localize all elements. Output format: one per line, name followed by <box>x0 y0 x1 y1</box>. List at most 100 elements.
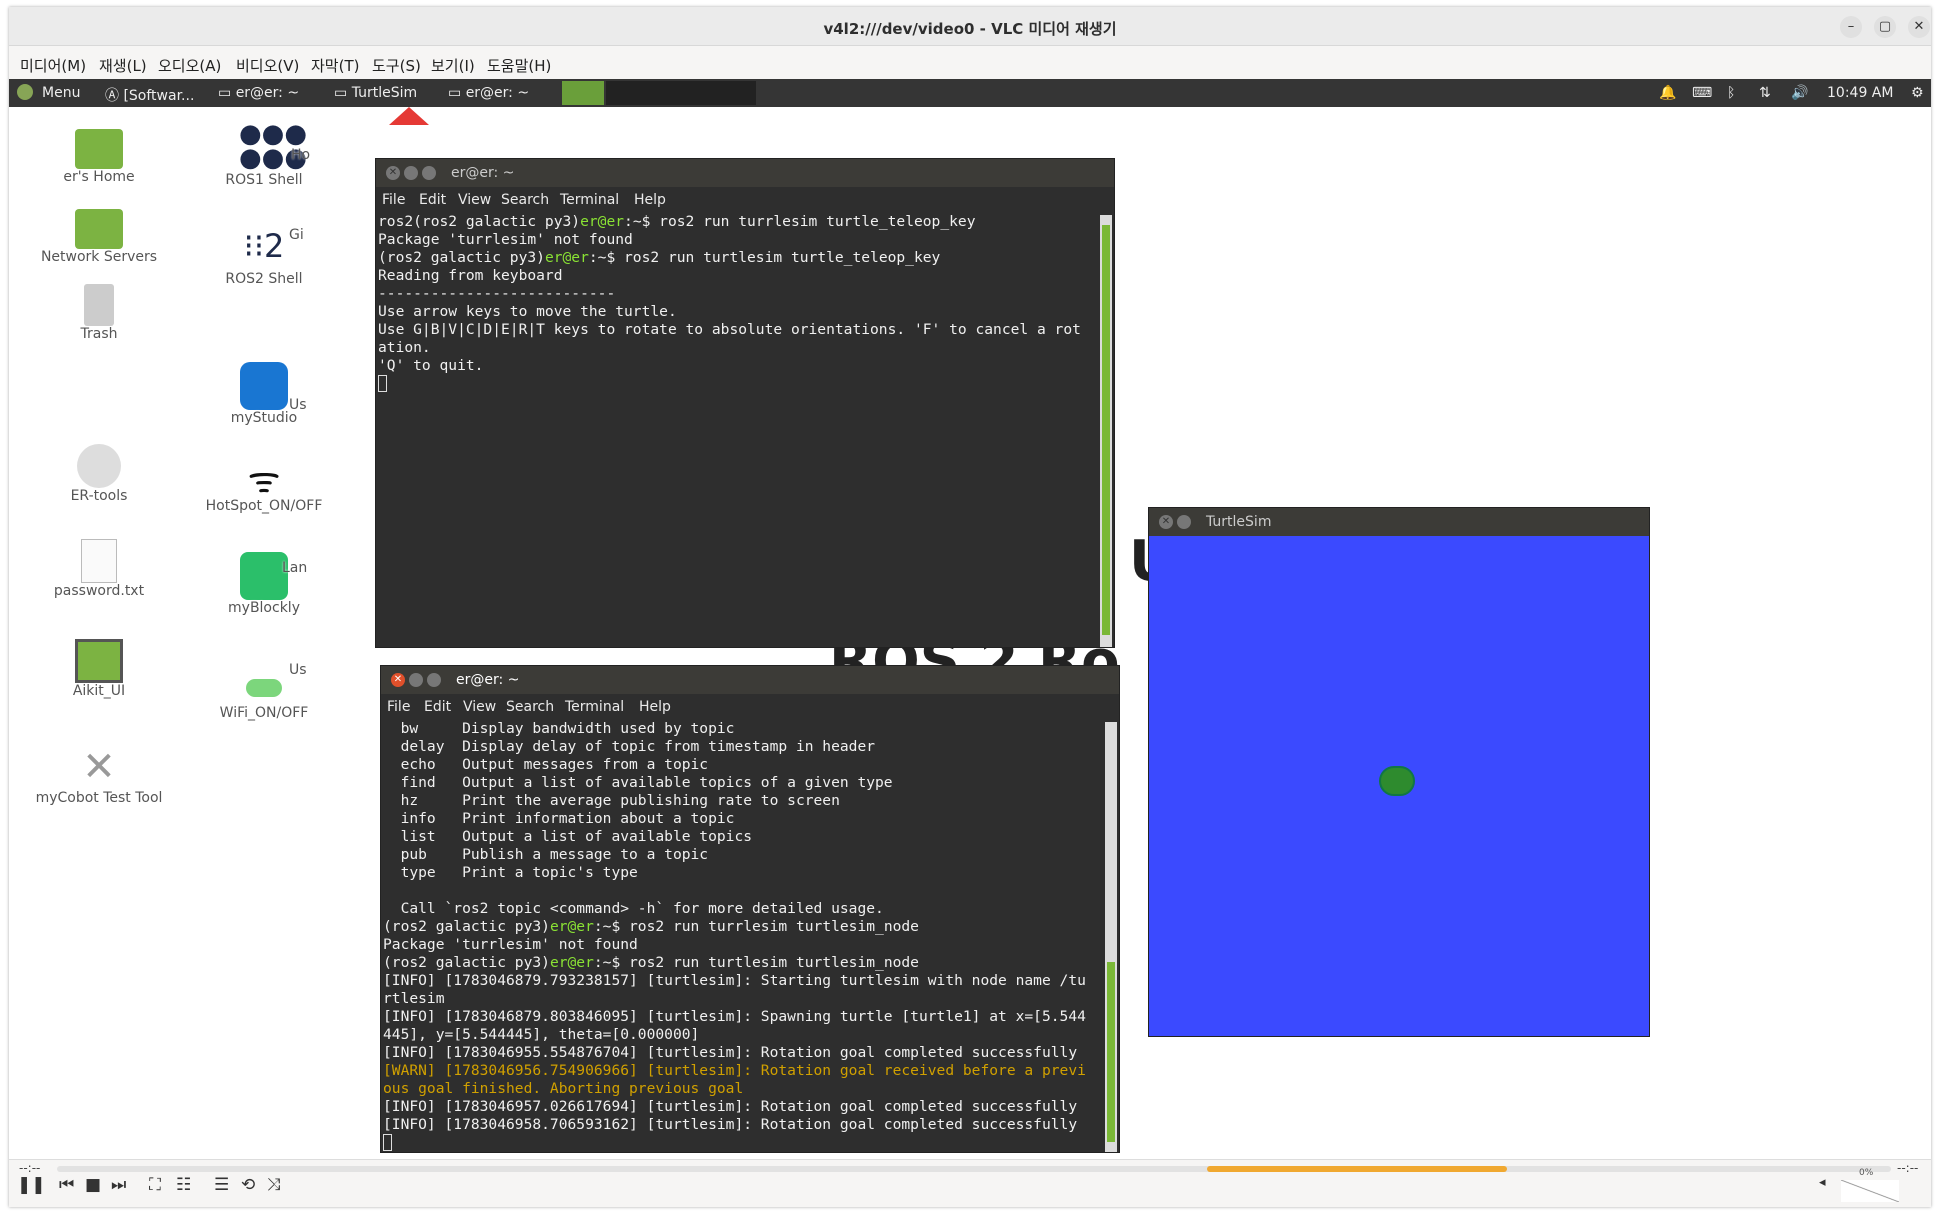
terminal-line: pub Publish a message to a topic <box>383 846 709 863</box>
myblockly-icon <box>240 552 288 600</box>
terminal-line: 445], y=[5.544445], theta=[0.000000] <box>383 1026 700 1043</box>
desktop-mycobot-test-tool[interactable]: ✕ myCobot Test Tool <box>29 744 169 806</box>
scrollbar-thumb[interactable] <box>1107 962 1115 1142</box>
menu-search[interactable]: Search <box>506 699 554 715</box>
menu-audio[interactable]: 오디오(A) <box>158 55 221 76</box>
text-file-icon <box>81 539 117 583</box>
desktop-hotspot[interactable]: ᯤ HotSpot_ON/OFF <box>194 454 334 514</box>
previous-icon[interactable]: ⏮ <box>59 1175 74 1195</box>
mute-icon[interactable]: ◂ <box>1819 1175 1826 1190</box>
terminal-window-turtlesim[interactable]: ✕ er@er: ~ File Edit View Search Termina… <box>380 665 1120 1153</box>
remote-taskbar: Menu Ⓐ [Softwar... ▭ er@er: ~ ▭ TurtleSi… <box>9 79 1931 107</box>
desktop-password-txt[interactable]: password.txt <box>29 539 169 599</box>
terminal-line: rtlesim <box>383 990 445 1007</box>
workspace-1[interactable] <box>562 81 604 105</box>
settings-icon[interactable]: ⚙ <box>1911 85 1924 101</box>
desktop-wifi-toggle[interactable]: WiFi_ON/OFF <box>194 679 334 721</box>
smiley-icon <box>77 444 121 488</box>
close-icon[interactable]: ✕ <box>386 166 400 180</box>
desktop-er-tools[interactable]: ER-tools <box>29 444 169 504</box>
terminal-line: ation. <box>378 339 431 356</box>
minimize-icon[interactable] <box>409 673 423 687</box>
desktop-mystudio[interactable]: myStudio <box>194 362 334 426</box>
edge-label: Lan <box>282 560 308 576</box>
task-terminal-2[interactable]: ▭ er@er: ~ <box>448 85 529 101</box>
desktop-ros1-shell[interactable]: ●●● ●●● ROS1 Shell <box>194 119 334 188</box>
terminal-line: delay Display delay of topic from timest… <box>383 738 876 755</box>
maximize-icon[interactable] <box>422 166 436 180</box>
volume-icon[interactable]: 🔊 <box>1791 85 1808 101</box>
close-icon[interactable]: ✕ <box>391 673 405 687</box>
menu-view[interactable]: 보기(I) <box>431 55 475 76</box>
clock[interactable]: 10:49 AM <box>1827 85 1893 101</box>
minimize-icon[interactable] <box>404 166 418 180</box>
window-title: v4l2:///dev/video0 - VLC 미디어 재생기 <box>823 20 1117 38</box>
desktop-aikit-ui[interactable]: Aikit_UI <box>29 639 169 699</box>
volume-slider[interactable] <box>1841 1180 1899 1202</box>
network-icon[interactable]: ⇅ <box>1759 85 1771 101</box>
close-button[interactable]: ✕ <box>1908 16 1930 38</box>
vlc-titlebar[interactable]: v4l2:///dev/video0 - VLC 미디어 재생기 – ▢ ✕ <box>9 7 1931 46</box>
seek-buffer <box>1207 1166 1507 1172</box>
bluetooth-icon[interactable]: ᛒ <box>1727 85 1735 101</box>
menu-terminal[interactable]: Terminal <box>560 192 619 208</box>
desktop-ros2-shell[interactable]: ⁝⁝2 ROS2 Shell <box>194 227 334 287</box>
menu-view[interactable]: View <box>458 192 491 208</box>
minimize-icon[interactable] <box>1177 515 1191 529</box>
minimize-button[interactable]: – <box>1840 16 1862 38</box>
terminal-line: [INFO] [1783046955.554876704] [turtlesim… <box>383 1044 1078 1061</box>
terminal-window-teleop[interactable]: ✕ er@er: ~ File Edit View Search Termina… <box>375 158 1115 648</box>
stop-icon[interactable]: ■ <box>85 1175 101 1195</box>
start-menu[interactable]: Menu <box>42 85 80 101</box>
desktop-myblockly[interactable]: myBlockly <box>194 552 334 616</box>
menu-help[interactable]: 도움말(H) <box>487 55 551 76</box>
playlist-icon[interactable]: ☰ <box>214 1175 229 1195</box>
turtlesim-window[interactable]: ✕ TurtleSim <box>1148 507 1650 1037</box>
desktop-home[interactable]: er's Home <box>29 129 169 185</box>
desktop-trash[interactable]: Trash <box>29 284 169 342</box>
extended-settings-icon[interactable]: ☷ <box>176 1175 191 1195</box>
maximize-icon[interactable] <box>427 673 441 687</box>
workspace-switcher[interactable] <box>606 81 756 105</box>
menu-edit[interactable]: Edit <box>424 699 451 715</box>
close-icon[interactable]: ✕ <box>1159 515 1173 529</box>
turtlesim-titlebar[interactable]: ✕ TurtleSim <box>1149 508 1649 536</box>
edge-label: Us <box>289 662 307 678</box>
terminal-titlebar[interactable]: ✕ er@er: ~ <box>381 666 1119 694</box>
scrollbar-thumb[interactable] <box>1102 225 1110 635</box>
loop-icon[interactable]: ⟲ <box>241 1175 255 1195</box>
terminal-line: ros2(ros2 galactic py3)er@er:~$ ros2 run… <box>378 213 976 230</box>
menu-file[interactable]: File <box>387 699 410 715</box>
menu-help[interactable]: Help <box>634 192 666 208</box>
keyboard-icon[interactable]: ⌨ <box>1692 85 1712 101</box>
menu-terminal[interactable]: Terminal <box>565 699 624 715</box>
menu-edit[interactable]: Edit <box>419 192 446 208</box>
menu-search[interactable]: Search <box>501 192 549 208</box>
pause-icon[interactable]: ❚❚ <box>17 1175 46 1195</box>
menu-file[interactable]: File <box>382 192 405 208</box>
menu-video[interactable]: 비디오(V) <box>236 55 299 76</box>
terminal-titlebar[interactable]: ✕ er@er: ~ <box>376 159 1114 187</box>
shuffle-icon[interactable]: ⤨ <box>267 1175 281 1195</box>
maximize-button[interactable]: ▢ <box>1874 16 1896 38</box>
seek-bar[interactable] <box>57 1166 1891 1172</box>
cursor <box>378 375 387 392</box>
terminal-output[interactable]: bw Display bandwidth used by topic delay… <box>381 720 1119 1151</box>
menu-help[interactable]: Help <box>639 699 671 715</box>
menu-media[interactable]: 미디어(M) <box>20 55 86 76</box>
desktop-network-servers[interactable]: Network Servers <box>29 209 169 265</box>
menu-view[interactable]: View <box>463 699 496 715</box>
terminal-output[interactable]: ros2(ros2 galactic py3)er@er:~$ ros2 run… <box>376 213 1114 392</box>
terminal-line: [INFO] [1783046957.026617694] [turtlesim… <box>383 1098 1078 1115</box>
menu-playback[interactable]: 재생(L) <box>99 55 147 76</box>
terminal-line: [INFO] [1783046879.793238157] [turtlesim… <box>383 972 1086 989</box>
bell-icon[interactable]: 🔔 <box>1659 85 1676 101</box>
task-software[interactable]: Ⓐ [Softwar... <box>105 85 194 105</box>
next-icon[interactable]: ⏭ <box>111 1175 126 1195</box>
ros-dots-icon: ●●● ●●● <box>239 119 308 173</box>
fullscreen-icon[interactable]: ⛶ <box>149 1175 161 1195</box>
menu-tools[interactable]: 도구(S) <box>372 55 421 76</box>
menu-subtitle[interactable]: 자막(T) <box>311 55 359 76</box>
task-turtlesim[interactable]: ▭ TurtleSim <box>334 85 417 101</box>
task-terminal-1[interactable]: ▭ er@er: ~ <box>218 85 299 101</box>
